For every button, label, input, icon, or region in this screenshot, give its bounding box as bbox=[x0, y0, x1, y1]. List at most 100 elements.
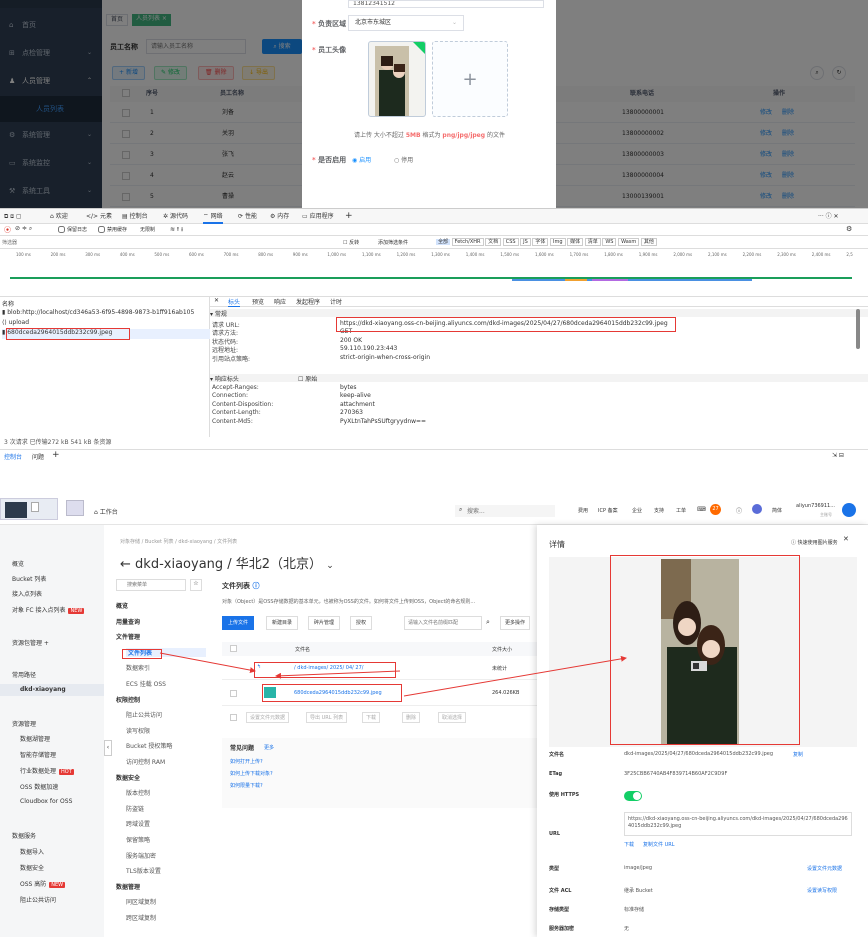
submenu-item[interactable]: 概览 bbox=[116, 601, 128, 610]
faq-link[interactable]: 如何打开上传? bbox=[230, 758, 263, 765]
file-url-box[interactable]: https://dkd-xiaoyang.oss-cn-beijing.aliy… bbox=[624, 812, 852, 836]
response-section-title[interactable]: ▾ 响应标头 ☐ 原始 bbox=[210, 374, 868, 383]
submenu-item[interactable]: 用量查询 bbox=[116, 617, 140, 626]
submenu-item[interactable]: 数据索引 bbox=[126, 663, 150, 672]
fragment-manage-button[interactable]: 碎片管理 bbox=[308, 616, 341, 630]
drawer-tab-issues[interactable]: 问题 bbox=[32, 452, 44, 461]
nav-recent-paths[interactable]: 常用路径 bbox=[12, 670, 36, 679]
submenu-item[interactable]: 数据安全 bbox=[116, 773, 140, 782]
account-name[interactable]: aliyun736911... bbox=[796, 503, 835, 509]
submenu-item[interactable]: ECS 挂载 OSS bbox=[126, 679, 166, 688]
submenu-item[interactable]: 访问控制 RAM bbox=[126, 757, 165, 766]
nav-data-import[interactable]: 数据导入 bbox=[20, 847, 44, 856]
header-value[interactable]: keep-alive bbox=[340, 392, 371, 399]
phone-field[interactable]: 13812341512 bbox=[348, 0, 544, 8]
filter-ws[interactable]: WS bbox=[602, 238, 617, 246]
workbench-link[interactable]: ⌂ 工作台 bbox=[94, 507, 118, 516]
submenu-item[interactable]: Bucket 授权策略 bbox=[126, 741, 172, 750]
tab-initiator[interactable]: 发起程序 bbox=[296, 297, 320, 306]
submenu-item[interactable]: 读写权限 bbox=[126, 726, 150, 735]
top-link-icp[interactable]: ICP 备案 bbox=[598, 507, 618, 514]
submenu-item[interactable]: 保留策略 bbox=[126, 835, 150, 844]
https-toggle[interactable] bbox=[624, 791, 642, 801]
tab-application[interactable]: ▭ 应用程序 bbox=[302, 209, 334, 224]
filter-media[interactable]: 媒体 bbox=[567, 238, 584, 246]
notification-badge[interactable]: 27 bbox=[710, 504, 721, 515]
filter-font[interactable]: 字体 bbox=[532, 238, 549, 246]
header-value[interactable]: bytes bbox=[340, 384, 357, 391]
detail-action-link[interactable]: 设置文件元数据 bbox=[807, 865, 842, 872]
search-icon[interactable]: ⌕ bbox=[486, 618, 490, 627]
header-value[interactable]: strict-origin-when-cross-origin bbox=[340, 354, 430, 361]
general-section-title[interactable]: ▾ 常规 bbox=[210, 309, 868, 318]
radio-disable[interactable]: ○ 停用 bbox=[394, 155, 413, 164]
back-arrow-icon[interactable]: ← bbox=[120, 557, 131, 572]
console-search-input[interactable] bbox=[455, 505, 555, 517]
bulk-checkbox[interactable] bbox=[230, 714, 237, 721]
disable-cache-checkbox[interactable] bbox=[98, 226, 105, 233]
upload-file-button[interactable]: 上传文件 bbox=[222, 616, 255, 630]
submenu-item[interactable]: 服务端加密 bbox=[126, 851, 156, 860]
submenu-item[interactable]: 权限控制 bbox=[116, 695, 140, 704]
invert-checkbox[interactable]: ☐ 反转 bbox=[343, 239, 359, 246]
nav-oss-ddos[interactable]: OSS 高防 NEW bbox=[20, 879, 66, 888]
ai-assistant-icon[interactable] bbox=[752, 504, 762, 514]
tab-timing[interactable]: 计时 bbox=[330, 297, 342, 306]
nav-data-security[interactable]: 数据安全 bbox=[20, 863, 44, 872]
request-row[interactable]: ⟨⟩ upload bbox=[2, 319, 29, 326]
region-select[interactable]: 北京市东城区 ⌄ bbox=[348, 15, 464, 31]
help-icon[interactable]: ⓘ bbox=[736, 506, 742, 515]
chevron-down-icon[interactable]: ⌄ bbox=[326, 561, 334, 571]
nav-smart-storage[interactable]: 智能存储管理 bbox=[20, 750, 56, 759]
nav-bucket-list[interactable]: Bucket 列表 bbox=[12, 574, 46, 583]
authorize-button[interactable]: 授权 bbox=[350, 616, 373, 630]
device-icon[interactable]: ⧉ ⧈ ▢ bbox=[4, 209, 22, 224]
nav-oss-accel[interactable]: OSS 数据加速 bbox=[20, 782, 58, 791]
tab-preview[interactable]: 预览 bbox=[252, 297, 264, 306]
settings-gear-icon[interactable]: ⚙ bbox=[846, 225, 852, 233]
filter-input[interactable] bbox=[2, 238, 102, 247]
add-filter-dropdown[interactable]: 添加筛选条件 bbox=[378, 239, 408, 246]
language-select[interactable]: 简体 bbox=[772, 507, 782, 514]
record-icon[interactable]: ⦿ bbox=[4, 225, 11, 235]
file-prefix-search[interactable] bbox=[404, 616, 482, 630]
nav-access-points[interactable]: 接入点列表 bbox=[12, 589, 42, 598]
tab-network[interactable]: ⌔ 网络 bbox=[203, 209, 223, 224]
header-value[interactable]: 270363 bbox=[340, 409, 363, 416]
submenu-item[interactable]: 文件管理 bbox=[116, 632, 140, 641]
avatar-thumbnail[interactable] bbox=[368, 41, 426, 117]
nav-block-public[interactable]: 阻止公共访问 bbox=[20, 895, 56, 904]
filter-img[interactable]: Img bbox=[550, 238, 566, 246]
filter-wasm[interactable]: Wasm bbox=[618, 238, 640, 246]
copy-url-link[interactable]: 复制文件 URL bbox=[643, 841, 675, 848]
row-checkbox[interactable] bbox=[230, 690, 237, 697]
submenu-item[interactable]: 防盗链 bbox=[126, 804, 144, 813]
add-drawer-tab-icon[interactable]: + bbox=[52, 450, 60, 460]
menu-search-input[interactable] bbox=[116, 579, 186, 591]
throttle-select[interactable]: 无限制 bbox=[140, 226, 155, 233]
close-icon[interactable]: ✕ bbox=[214, 297, 219, 304]
header-value[interactable]: attachment bbox=[340, 401, 375, 408]
submenu-item[interactable]: 数据管理 bbox=[116, 882, 140, 891]
submenu-item[interactable]: 跨域设置 bbox=[126, 819, 150, 828]
bulk-export-url[interactable]: 导出 URL 列表 bbox=[306, 712, 348, 723]
faq-link[interactable]: 如何限量下载? bbox=[230, 782, 263, 789]
filter-other[interactable]: 其他 bbox=[640, 238, 657, 246]
faq-more-link[interactable]: 更多 bbox=[264, 744, 274, 751]
submenu-item[interactable]: 版本控制 bbox=[126, 788, 150, 797]
nav-overview[interactable]: 概览 bbox=[12, 559, 24, 568]
top-link-billing[interactable]: 费用 bbox=[578, 507, 588, 514]
avatar[interactable] bbox=[842, 503, 856, 517]
network-timeline[interactable]: 100 ms 200 ms 300 ms 400 ms 500 ms 600 ms 700 … bbox=[0, 249, 868, 297]
bulk-delete[interactable]: 删除 bbox=[402, 712, 421, 723]
header-value[interactable]: 200 OK bbox=[340, 337, 362, 344]
submenu-item[interactable]: 跨区域复制 bbox=[126, 913, 156, 922]
wifi-icon[interactable]: ≋ ⭱ ⭳ bbox=[170, 225, 183, 235]
nav-fc-access-points[interactable]: 对象 FC 接入点列表 NEW bbox=[12, 605, 85, 614]
tab-welcome[interactable]: ⌂ 欢迎 bbox=[50, 209, 68, 224]
tab-headers[interactable]: 标头 bbox=[228, 297, 241, 307]
top-link-enterprise[interactable]: 企业 bbox=[632, 507, 642, 514]
nav-recent-bucket[interactable]: dkd-xiaoyang bbox=[0, 684, 104, 696]
dock-icon[interactable]: ⇲ ⊟ bbox=[832, 452, 844, 459]
request-row[interactable]: ▮ blob:http://localhost/cd346a53-6f95-48… bbox=[2, 309, 194, 316]
